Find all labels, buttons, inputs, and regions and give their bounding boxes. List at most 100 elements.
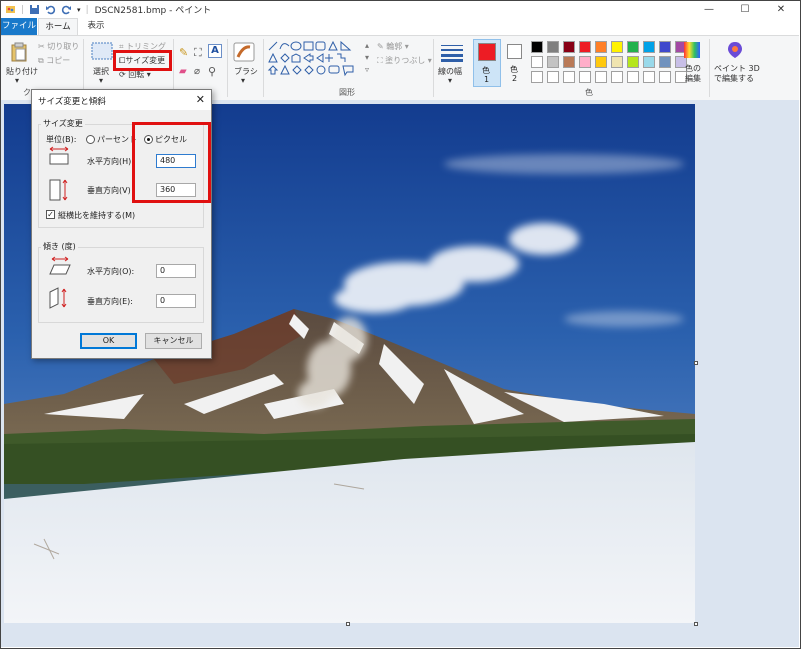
- palette-swatch[interactable]: [627, 56, 639, 68]
- brushes-dropdown-icon[interactable]: ▾: [241, 76, 245, 85]
- palette-swatch[interactable]: [659, 41, 671, 53]
- palette-swatch[interactable]: [579, 41, 591, 53]
- colors-group-label: 色: [585, 88, 593, 97]
- palette-swatch[interactable]: [627, 41, 639, 53]
- palette-swatch[interactable]: [547, 56, 559, 68]
- dialog-close-icon[interactable]: ✕: [196, 93, 205, 106]
- shapes-scroll-down-icon[interactable]: ▾: [365, 53, 369, 62]
- percent-label[interactable]: パーセント: [97, 134, 137, 145]
- palette-swatch[interactable]: [595, 41, 607, 53]
- fill-icon[interactable]: ⛶: [194, 46, 202, 60]
- palette-swatch[interactable]: [563, 41, 575, 53]
- paste-button[interactable]: 貼り付け: [6, 66, 38, 77]
- ok-button[interactable]: OK: [80, 333, 137, 349]
- canvas-resize-handle-corner[interactable]: [694, 622, 698, 626]
- color1-button[interactable]: 色 1: [473, 39, 501, 87]
- skew-legend: 傾き (度): [41, 241, 78, 252]
- paste-dropdown-icon[interactable]: ▾: [15, 76, 19, 85]
- tab-file[interactable]: ファイル: [1, 18, 37, 35]
- palette-swatch[interactable]: [611, 41, 623, 53]
- pixel-settings-highlight: [132, 122, 211, 203]
- canvas-resize-handle-bottom[interactable]: [346, 622, 350, 626]
- palette-swatch[interactable]: [659, 71, 671, 83]
- paint-app-icon: [6, 6, 15, 13]
- palette-swatch[interactable]: [563, 71, 575, 83]
- copy-icon: ⧉: [38, 56, 44, 65]
- color1-swatch: [478, 43, 496, 61]
- skew-horizontal-input[interactable]: 0: [156, 264, 196, 278]
- palette-swatch[interactable]: [531, 71, 543, 83]
- palette-swatch[interactable]: [611, 56, 623, 68]
- unit-label: 単位(B):: [46, 135, 77, 144]
- window-title: DSCN2581.bmp - ペイント: [94, 6, 212, 16]
- percent-radio[interactable]: [86, 135, 95, 144]
- brushes-button[interactable]: ブラシ: [234, 66, 258, 77]
- palette-swatch[interactable]: [643, 41, 655, 53]
- ribbon-separator: [227, 39, 228, 97]
- cut-icon: ✂: [38, 42, 45, 51]
- line-size-dropdown-icon[interactable]: ▾: [448, 76, 452, 85]
- palette-swatch[interactable]: [531, 56, 543, 68]
- skew-vertical-input[interactable]: 0: [156, 294, 196, 308]
- palette-swatch[interactable]: [659, 56, 671, 68]
- ribbon-separator: [433, 39, 434, 97]
- shapes-scroll-up-icon[interactable]: ▴: [365, 41, 369, 50]
- close-button[interactable]: ✕: [763, 1, 799, 18]
- cut-button[interactable]: ✂ 切り取り: [38, 41, 79, 52]
- palette-swatch[interactable]: [531, 41, 543, 53]
- clipboard-group-label: ク: [23, 88, 31, 97]
- palette-swatch[interactable]: [579, 56, 591, 68]
- paint3d-line2[interactable]: で編集する: [714, 73, 754, 84]
- shapes-group-label: 図形: [339, 88, 355, 97]
- copy-button[interactable]: ⧉ コピー: [38, 55, 70, 66]
- redo-icon[interactable]: [61, 4, 72, 15]
- color2-button[interactable]: 色 2: [504, 39, 526, 87]
- paint3d-icon: [728, 42, 742, 58]
- fill-shape-label: 塗りつぶし: [385, 56, 426, 65]
- vertical-label: 垂直方向(V): [87, 186, 131, 195]
- palette-swatch[interactable]: [627, 71, 639, 83]
- magnifier-icon[interactable]: ⚲: [208, 65, 216, 78]
- vertical-resize-icon: [49, 179, 68, 201]
- select-icon: [91, 42, 113, 60]
- title-bar: | ▾ | DSCN2581.bmp - ペイント — ☐ ✕: [1, 1, 799, 18]
- save-icon[interactable]: [29, 4, 40, 15]
- palette-swatch[interactable]: [643, 71, 655, 83]
- skew-vertical-label: 垂直方向(E):: [87, 297, 133, 306]
- cancel-button[interactable]: キャンセル: [145, 333, 202, 349]
- undo-icon[interactable]: [45, 4, 56, 15]
- palette-swatch[interactable]: [595, 71, 607, 83]
- horizontal-label: 水平方向(H): [87, 157, 132, 166]
- palette-swatch[interactable]: [547, 41, 559, 53]
- keep-ratio-checkbox[interactable]: ✓: [46, 210, 55, 219]
- shapes-more-icon[interactable]: ▿: [365, 65, 369, 74]
- skew-horizontal-label: 水平方向(O):: [87, 267, 135, 276]
- maximize-button[interactable]: ☐: [727, 1, 763, 18]
- qa-divider-2: |: [85, 4, 89, 15]
- cut-label: 切り取り: [47, 42, 80, 51]
- eraser-icon[interactable]: ▰: [179, 66, 187, 77]
- palette-swatch[interactable]: [579, 71, 591, 83]
- minimize-button[interactable]: —: [691, 1, 727, 18]
- paste-icon: [11, 42, 27, 62]
- fill-shape-button[interactable]: ⛶ 塗りつぶし ▾: [377, 55, 432, 66]
- palette-swatch[interactable]: [595, 56, 607, 68]
- palette-swatch[interactable]: [611, 71, 623, 83]
- text-icon[interactable]: A: [208, 44, 222, 58]
- tab-home[interactable]: ホーム: [38, 18, 78, 35]
- line-size-icon: [441, 45, 463, 62]
- color-picker-icon[interactable]: ⌀: [194, 66, 200, 77]
- dialog-title-bar: サイズ変更と傾斜 ✕: [32, 90, 211, 110]
- select-dropdown-icon[interactable]: ▾: [99, 76, 103, 85]
- shapes-gallery-icon[interactable]: [267, 40, 363, 80]
- customize-qa-dropdown-icon[interactable]: ▾: [77, 6, 81, 14]
- pencil-icon[interactable]: ✎: [179, 46, 188, 59]
- edit-colors-line2[interactable]: 編集: [685, 73, 701, 84]
- canvas-resize-handle-right[interactable]: [694, 361, 698, 365]
- outline-button[interactable]: ✎ 輪郭 ▾: [377, 41, 409, 52]
- palette-swatch[interactable]: [643, 56, 655, 68]
- keep-ratio-label[interactable]: 縦横比を維持する(M): [58, 210, 135, 221]
- tab-view[interactable]: 表示: [81, 18, 111, 35]
- palette-swatch[interactable]: [563, 56, 575, 68]
- palette-swatch[interactable]: [547, 71, 559, 83]
